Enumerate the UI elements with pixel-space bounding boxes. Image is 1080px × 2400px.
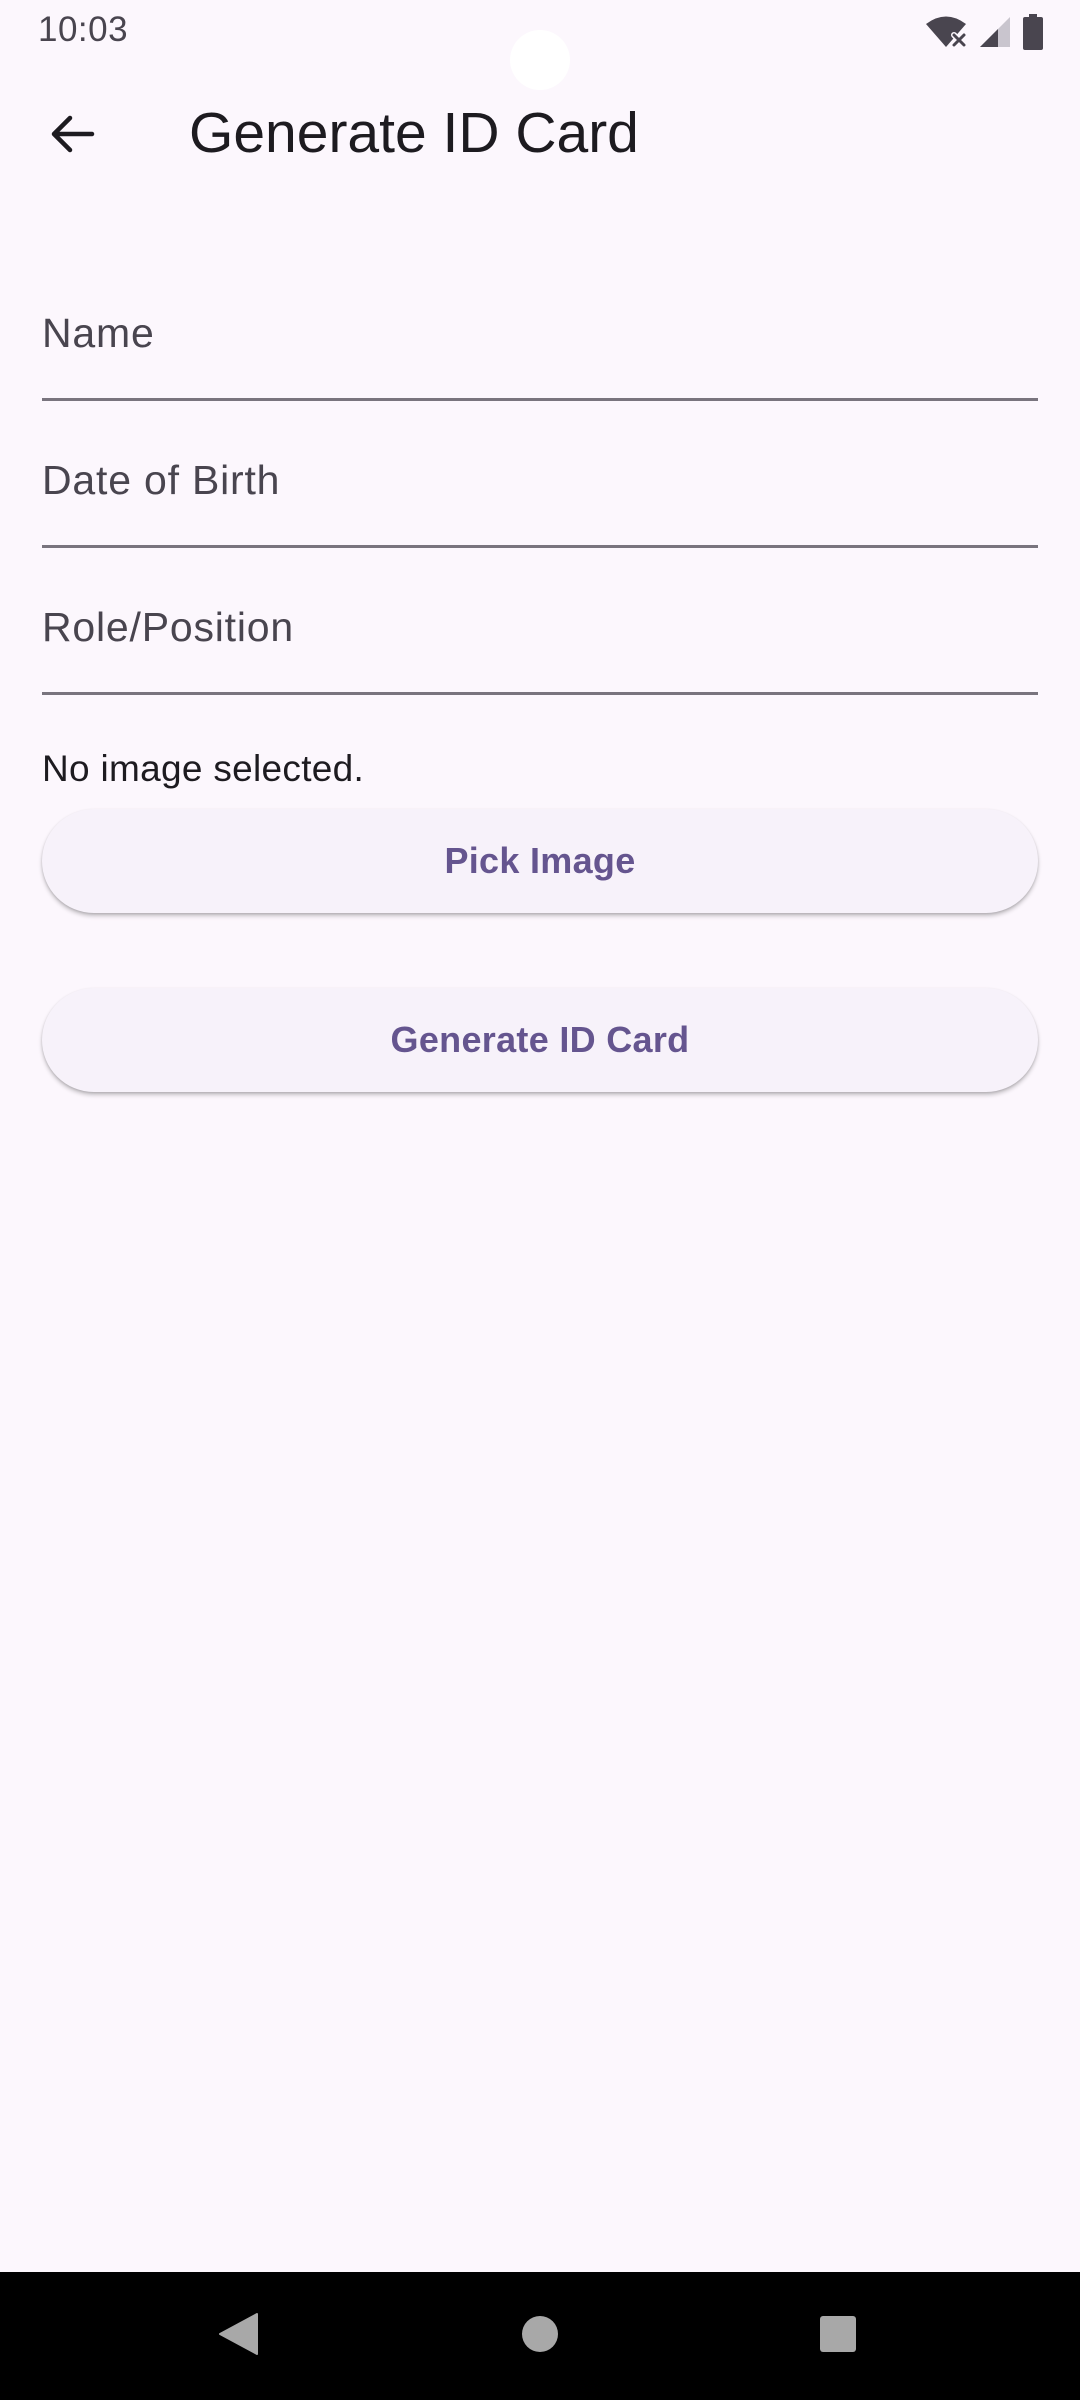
- system-navigation-bar: [0, 2272, 1080, 2400]
- nav-home-button[interactable]: [500, 2296, 580, 2376]
- date-of-birth-input[interactable]: [42, 453, 1038, 509]
- date-of-birth-field[interactable]: Date of Birth: [42, 425, 1038, 548]
- generate-id-card-button[interactable]: Generate ID Card: [42, 988, 1038, 1092]
- status-time: 10:03: [38, 10, 129, 49]
- status-icons: [924, 14, 1044, 50]
- pick-image-button-label: Pick Image: [444, 840, 636, 881]
- app-bar: Generate ID Card: [0, 72, 1080, 200]
- battery-icon: [1022, 14, 1044, 50]
- role-position-input[interactable]: [42, 600, 1038, 656]
- status-bar: 10:03: [0, 0, 1080, 90]
- recents-square-icon: [818, 2314, 858, 2359]
- page-title: Generate ID Card: [189, 101, 639, 165]
- name-field[interactable]: Name: [42, 278, 1038, 401]
- wifi-off-icon: [924, 15, 968, 49]
- name-input[interactable]: [42, 306, 1038, 362]
- back-triangle-icon: [217, 2311, 259, 2362]
- pick-image-button[interactable]: Pick Image: [42, 809, 1038, 913]
- cellular-signal-icon: [978, 15, 1012, 49]
- nav-back-button[interactable]: [198, 2296, 278, 2376]
- nav-recents-button[interactable]: [798, 2296, 878, 2376]
- home-circle-icon: [520, 2314, 560, 2359]
- app-screen: 10:03 Generate ID Card Name Date of Birt…: [0, 0, 1080, 2272]
- image-status-text: No image selected.: [42, 748, 365, 789]
- arrow-back-icon: [48, 110, 96, 163]
- generate-id-card-button-label: Generate ID Card: [390, 1019, 690, 1060]
- role-position-field[interactable]: Role/Position: [42, 572, 1038, 695]
- back-button[interactable]: [24, 88, 120, 184]
